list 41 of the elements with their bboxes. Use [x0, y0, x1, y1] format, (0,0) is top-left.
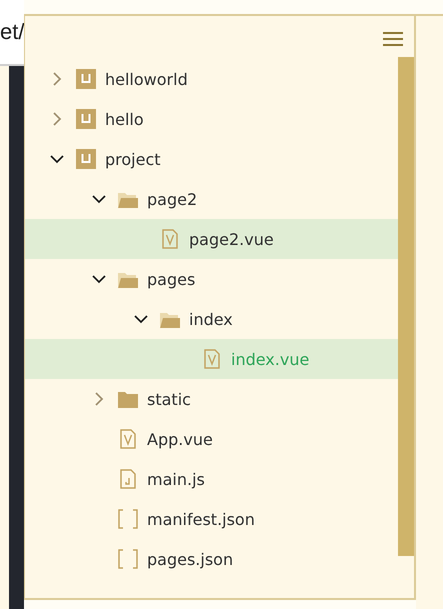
tree-item[interactable]: helloworld	[25, 59, 398, 99]
tree-item[interactable]: page2.vue	[25, 219, 398, 259]
file-icon	[204, 349, 220, 369]
folder-icon	[118, 190, 138, 208]
file-icon	[120, 469, 136, 489]
tree-item-label: static	[147, 390, 191, 408]
tree-item[interactable]: manifest.json	[25, 499, 398, 539]
file-icon	[120, 429, 136, 449]
tree-item[interactable]: main.js	[25, 459, 398, 499]
tree-item-label: project	[105, 150, 161, 168]
brackets-icon	[118, 549, 138, 569]
tree-item-label: page2	[147, 190, 198, 208]
folder-icon	[118, 270, 138, 288]
menu-icon[interactable]	[383, 32, 403, 46]
tree-item-label: index.vue	[231, 350, 310, 368]
tree-item[interactable]: static	[25, 379, 398, 419]
scrollbar-thumb[interactable]	[398, 57, 414, 556]
tree-item-label: index	[189, 310, 233, 328]
tree-item[interactable]: pages	[25, 259, 398, 299]
tree-item[interactable]: App.vue	[25, 419, 398, 459]
project-icon	[76, 109, 96, 129]
tree-item[interactable]: pages.json	[25, 539, 398, 579]
project-icon	[76, 69, 96, 89]
tree-item-label: pages.json	[147, 550, 234, 568]
brackets-icon	[118, 509, 138, 529]
background-window-text: et/	[0, 19, 24, 45]
project-icon	[76, 149, 96, 169]
tree-item-label: page2.vue	[189, 230, 274, 248]
tree-item-label: pages	[147, 270, 196, 288]
tree-item-label: hello	[105, 110, 144, 128]
folder-icon	[160, 310, 180, 328]
file-icon	[162, 229, 178, 249]
folder-icon	[118, 390, 138, 408]
tree-item[interactable]: hello	[25, 99, 398, 139]
tree-item-label: App.vue	[147, 430, 213, 448]
tree-item-label: helloworld	[105, 70, 188, 88]
tree-item-label: manifest.json	[147, 510, 255, 528]
tree-item[interactable]: index	[25, 299, 398, 339]
tree-item[interactable]: page2	[25, 179, 398, 219]
tree-item[interactable]: project	[25, 139, 398, 179]
tree-item-label: main.js	[147, 470, 205, 488]
